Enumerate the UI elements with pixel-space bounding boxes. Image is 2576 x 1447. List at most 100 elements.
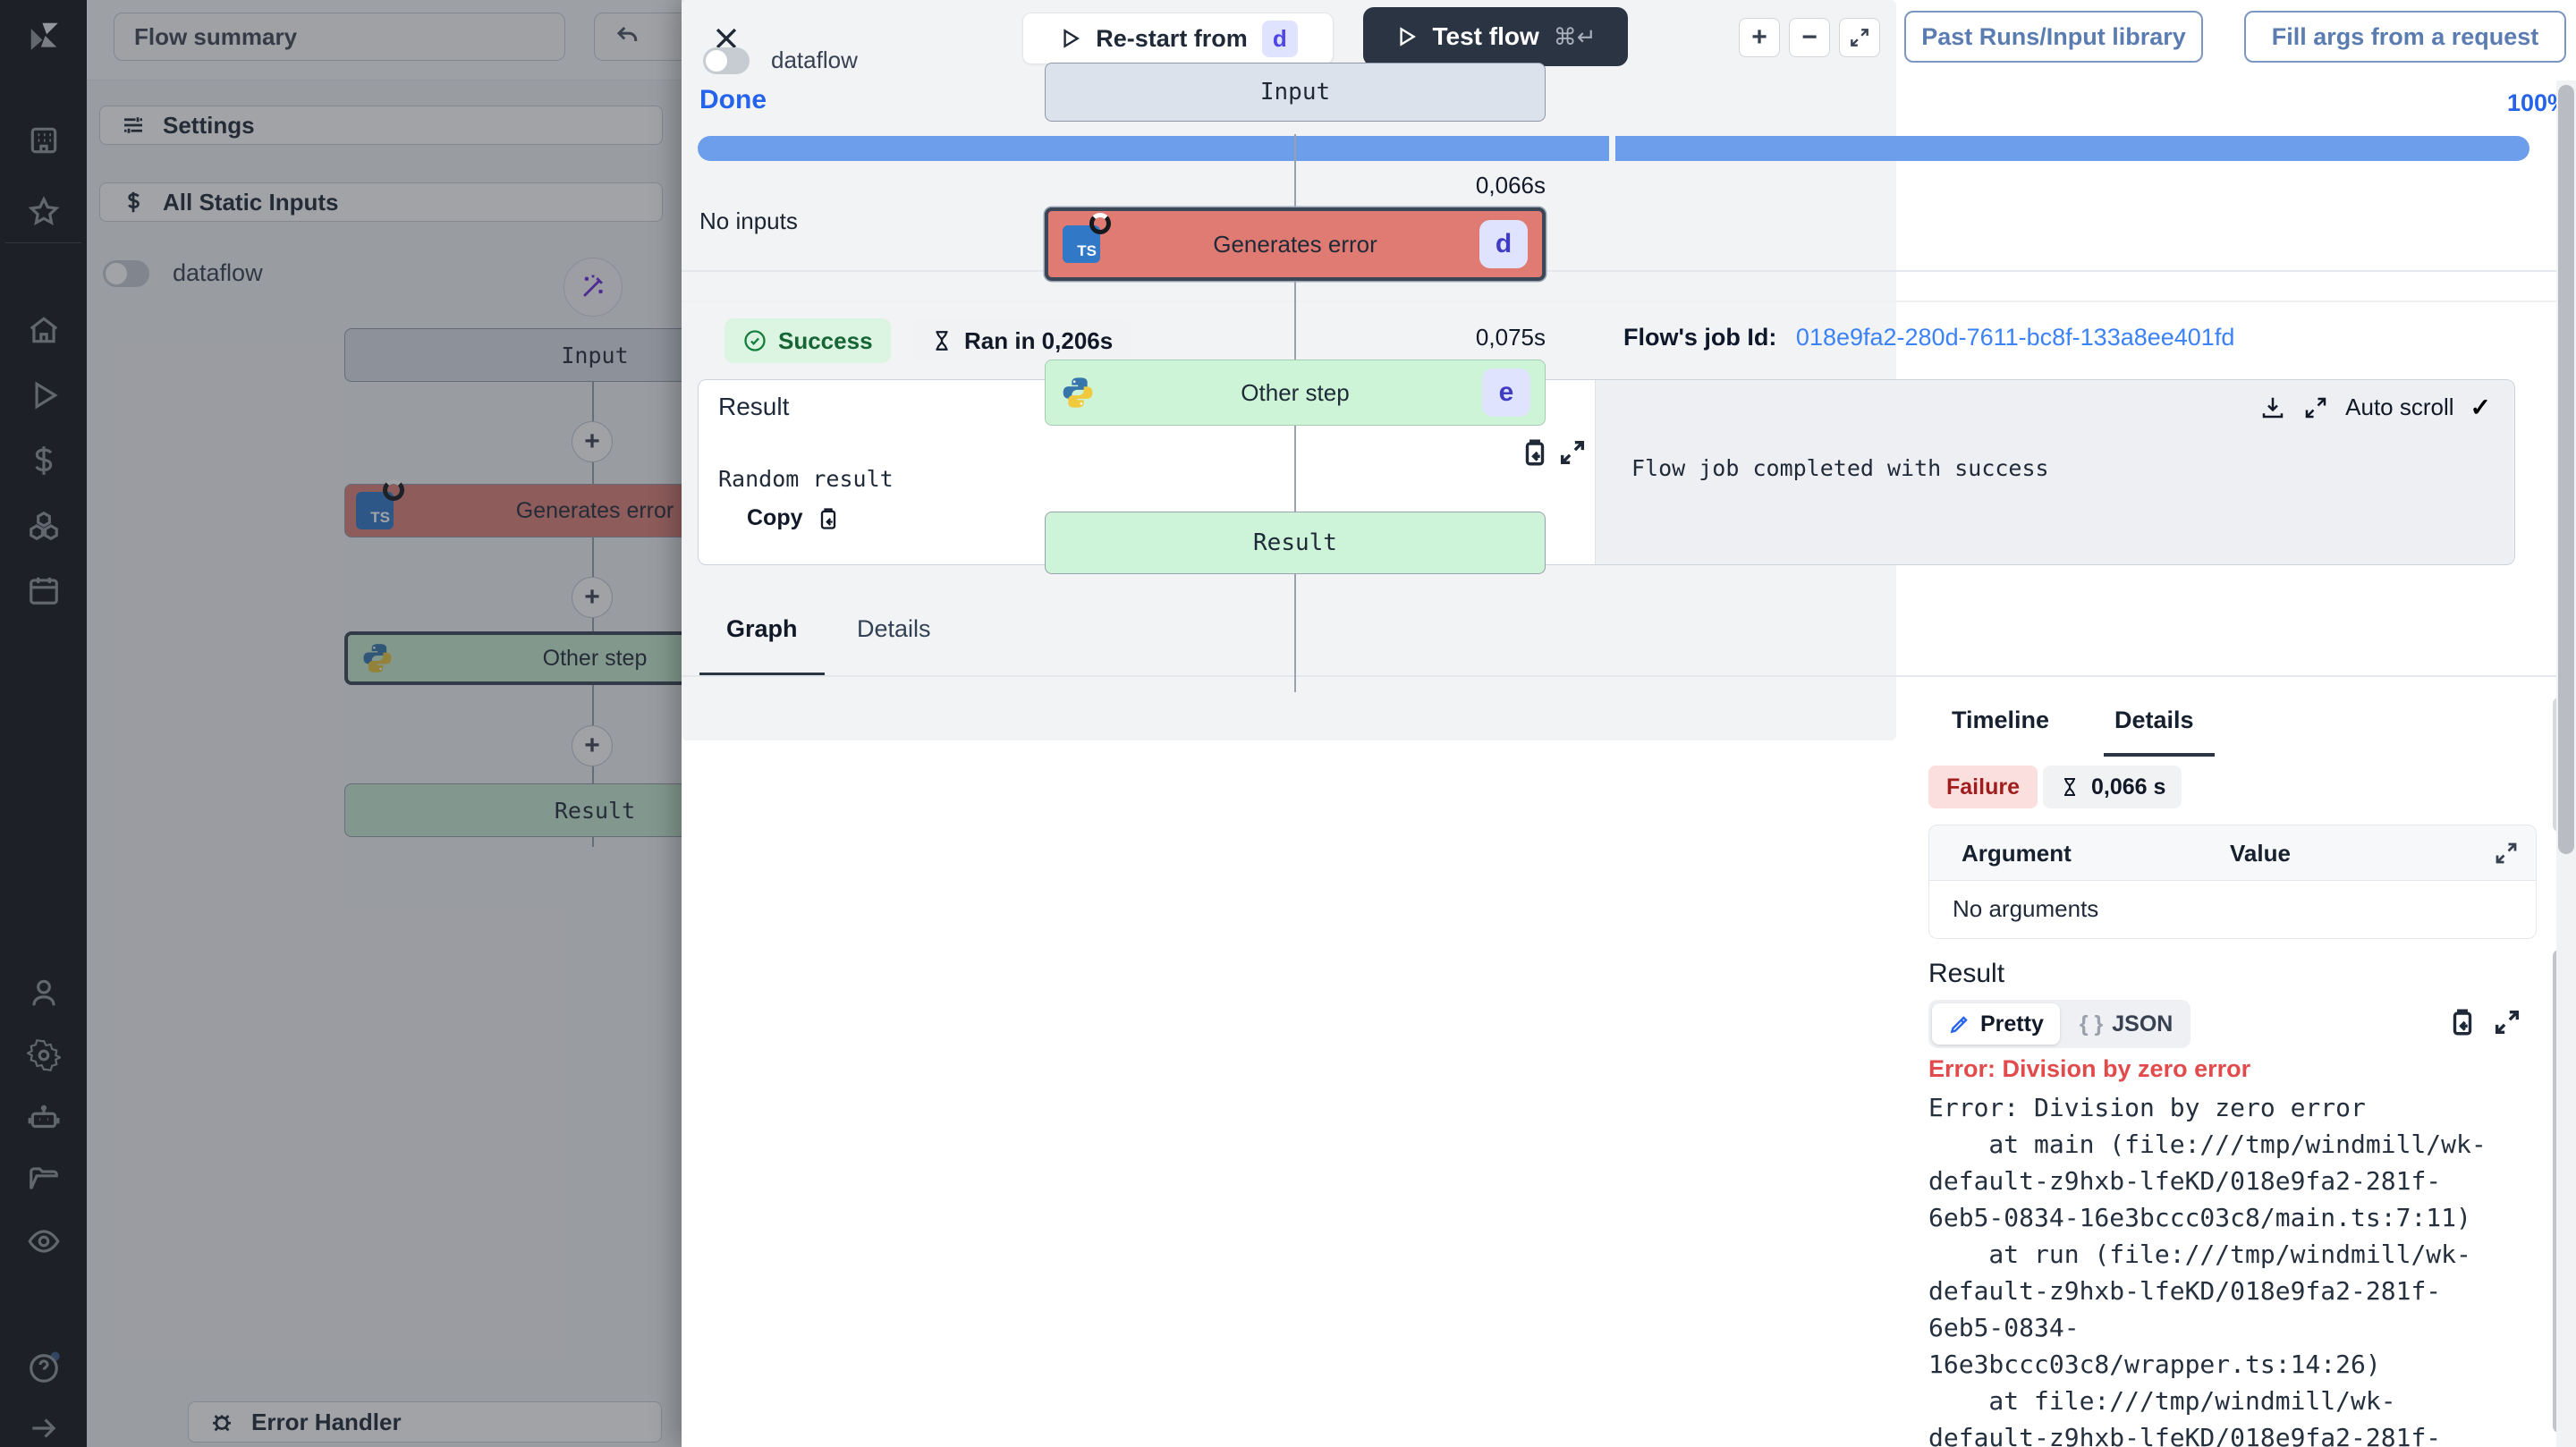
run-state-label: Done — [699, 85, 767, 115]
graph-node-result-label: Result — [1253, 529, 1337, 556]
graph-node-error-label: Generates error — [1213, 231, 1377, 258]
zoom-in-button[interactable]: + — [1739, 18, 1780, 57]
expand-icon[interactable] — [2493, 840, 2520, 867]
graph-dataflow-row: dataflow — [703, 47, 858, 74]
job-id-link[interactable]: 018e9fa2-280d-7611-bc8f-133a8ee401fd — [1796, 324, 2234, 351]
divider — [682, 300, 2576, 302]
job-id-label: Flow's job Id: — [1623, 324, 1776, 351]
copy-label: Copy — [747, 505, 803, 531]
tab-details[interactable]: Details — [857, 615, 931, 643]
job-id-row: Flow's job Id: 018e9fa2-280d-7611-bc8f-1… — [1623, 324, 2234, 351]
play-icon — [1058, 27, 1081, 50]
log-pane: Auto scroll ✓ Flow job completed with su… — [1595, 380, 2515, 564]
pretty-label: Pretty — [1980, 1011, 2044, 1037]
no-inputs-label: No inputs — [699, 207, 798, 235]
graph-dataflow-toggle[interactable] — [703, 47, 750, 74]
graph-node-other-badge: e — [1482, 368, 1530, 417]
test-flow-shortcut: ⌘↵ — [1554, 23, 1597, 51]
modal-scrollbar-thumb[interactable] — [2558, 85, 2574, 854]
status-badge-success: Success — [724, 318, 891, 363]
tab-details-underline — [2104, 753, 2215, 757]
success-label: Success — [778, 327, 873, 355]
modal-backdrop[interactable] — [0, 0, 682, 1447]
error-title: Error: Division by zero error — [1928, 1055, 2250, 1083]
log-toolbar: Auto scroll ✓ — [2259, 393, 2491, 422]
expand-icon — [1848, 26, 1871, 49]
step-details-panel: Timeline Details Failure 0,066 s ...e3bc… — [1928, 694, 2576, 1447]
copy-button[interactable]: Copy — [747, 505, 841, 531]
test-flow-label: Test flow — [1432, 22, 1538, 51]
json-view-button[interactable]: { } JSON — [2065, 1011, 2188, 1037]
test-flow-button[interactable]: Test flow ⌘↵ — [1363, 7, 1628, 66]
graph-node-error-duration: 0,066s — [1045, 172, 1546, 199]
copy-step-result-icon[interactable] — [2447, 1007, 2478, 1042]
typescript-icon: TS — [1063, 225, 1100, 263]
play-icon — [1394, 25, 1418, 48]
error-stack-trace: Error: Division by zero error at main (f… — [1928, 1089, 2555, 1447]
auto-scroll-check-icon[interactable]: ✓ — [2470, 393, 2491, 422]
graph-node-input[interactable]: Input — [1045, 63, 1546, 122]
past-runs-button[interactable]: Past Runs/Input library — [1904, 11, 2203, 63]
clipboard-icon — [816, 506, 841, 531]
result-value: Random result — [718, 466, 894, 492]
progress-bar-segment — [1615, 136, 2529, 161]
tab-timeline[interactable]: Timeline — [1952, 707, 2049, 734]
graph-node-other-step[interactable]: Other step e — [1045, 360, 1546, 426]
test-flow-modal: Re-start from d Test flow ⌘↵ Past Runs/I… — [682, 0, 2576, 1447]
graph-node-other-duration: 0,075s — [1045, 324, 1546, 351]
step-duration-label: 0,066 s — [2091, 774, 2165, 800]
failure-label: Failure — [1946, 774, 2020, 800]
download-icon[interactable] — [2259, 394, 2286, 421]
result-title: Result — [718, 393, 789, 421]
past-runs-label: Past Runs/Input library — [1921, 23, 2186, 51]
expand-icon — [1557, 437, 1588, 468]
fill-args-button[interactable]: Fill args from a request — [2244, 11, 2566, 63]
graph-node-input-label: Input — [1260, 79, 1330, 106]
copy-result-icon[interactable] — [1520, 437, 1550, 472]
graph-node-error-badge: d — [1479, 220, 1528, 268]
restart-from-button[interactable]: Re-start from d — [1022, 13, 1334, 64]
expand-step-result-icon[interactable] — [2492, 1007, 2522, 1042]
clipboard-icon — [2447, 1007, 2478, 1037]
hourglass-icon — [2059, 776, 2080, 798]
braces-icon: { } — [2080, 1011, 2103, 1037]
graph-node-result[interactable]: Result — [1045, 512, 1546, 574]
restart-step-badge: d — [1262, 21, 1298, 57]
log-text: Flow job completed with success — [1631, 455, 2049, 481]
expand-result-icon[interactable] — [1557, 437, 1588, 472]
expand-icon[interactable] — [2302, 394, 2329, 421]
graph-dataflow-label: dataflow — [771, 47, 858, 74]
argument-column-header: Argument — [1962, 840, 2072, 867]
result-view-switch: Pretty { } JSON — [1928, 1000, 2190, 1048]
clipboard-icon — [1520, 437, 1550, 468]
auto-scroll-label: Auto scroll — [2345, 393, 2453, 421]
result-card: Result Random result Copy Auto scroll — [698, 379, 2515, 565]
step-duration-badge: 0,066 s — [2043, 766, 2182, 808]
python-icon — [1060, 375, 1096, 410]
restart-from-label: Re-start from — [1096, 25, 1248, 53]
divider — [682, 675, 2576, 677]
divider — [682, 270, 2576, 272]
arguments-table-row: No arguments — [1929, 881, 2536, 938]
arguments-table: Argument Value No arguments — [1928, 825, 2537, 939]
progress-bar-segment — [698, 136, 1609, 161]
graph-node-error-selected[interactable]: TS Generates error d — [1045, 207, 1546, 281]
no-arguments-label: No arguments — [1953, 895, 2098, 923]
loader-spinner-icon — [1089, 213, 1111, 234]
tab-step-details[interactable]: Details — [2114, 707, 2194, 734]
step-result-title: Result — [1928, 959, 2004, 989]
hourglass-icon — [930, 329, 953, 352]
fit-view-button[interactable] — [1839, 18, 1880, 57]
check-circle-icon — [742, 328, 767, 353]
pretty-view-button[interactable]: Pretty — [1932, 1003, 2060, 1045]
json-label: JSON — [2112, 1011, 2173, 1037]
status-badge-failure: Failure — [1928, 766, 2038, 808]
expand-icon — [2492, 1007, 2522, 1037]
pen-icon — [1948, 1012, 1971, 1036]
tab-graph[interactable]: Graph — [726, 615, 798, 643]
arguments-table-header: Argument Value — [1929, 825, 2536, 881]
graph-node-other-label: Other step — [1241, 379, 1349, 407]
value-column-header: Value — [2230, 840, 2291, 867]
zoom-out-button[interactable]: − — [1789, 18, 1830, 57]
fill-args-label: Fill args from a request — [2272, 23, 2539, 51]
